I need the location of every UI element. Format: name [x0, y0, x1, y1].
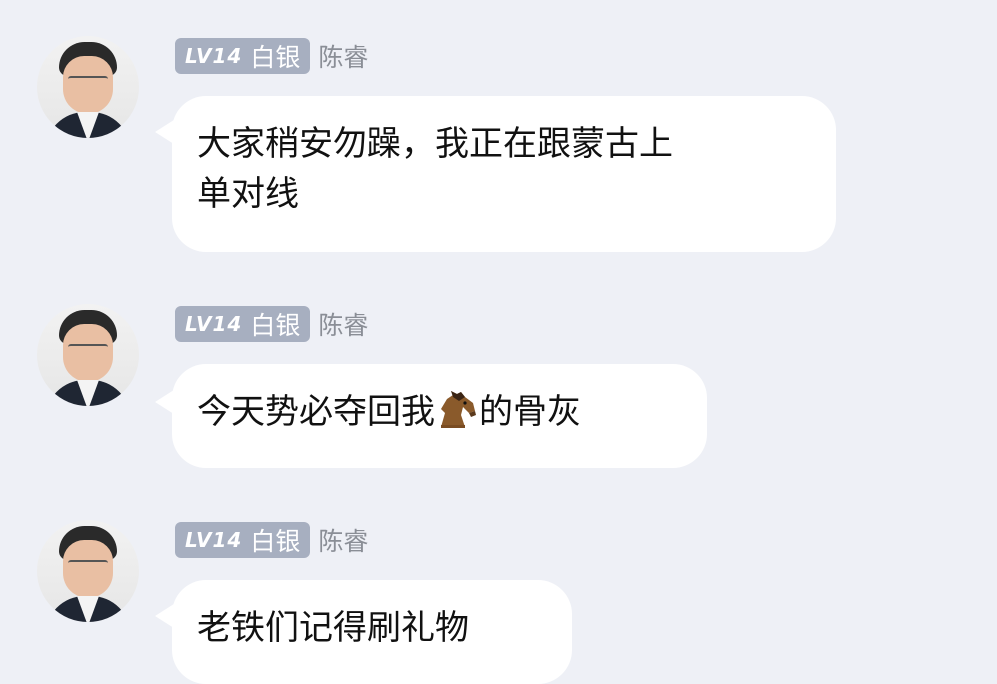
sender-meta: LV14 白银 陈睿: [175, 522, 368, 558]
level-label: LV14: [185, 528, 243, 552]
avatar[interactable]: [37, 36, 139, 138]
level-badge: LV14 白银: [175, 306, 311, 342]
sender-name[interactable]: 陈睿: [318, 306, 368, 342]
avatar[interactable]: [37, 304, 139, 406]
message-text: 今天势必夺回我: [197, 392, 435, 432]
message-bubble[interactable]: 老铁们记得刷礼物: [172, 580, 572, 684]
message-bubble[interactable]: 大家稍安勿躁，我正在跟蒙古上 单对线: [172, 96, 836, 252]
level-badge: LV14 白银: [175, 522, 311, 558]
message-bubble[interactable]: 今天势必夺回我 的骨灰: [172, 364, 707, 468]
level-badge: LV14 白银: [175, 38, 311, 74]
rank-label: 白银: [250, 311, 301, 340]
message-text: 老铁们记得刷礼物: [197, 608, 469, 648]
level-label: LV14: [185, 312, 243, 336]
message-text-line: 单对线: [197, 174, 299, 214]
avatar[interactable]: [37, 520, 139, 622]
horse-icon: [441, 391, 476, 428]
sender-name[interactable]: 陈睿: [318, 38, 368, 74]
rank-label: 白银: [250, 527, 301, 556]
sender-meta: LV14 白银 陈睿: [175, 38, 368, 74]
level-label: LV14: [185, 44, 243, 68]
message-text: 的骨灰: [479, 392, 581, 432]
sender-name[interactable]: 陈睿: [318, 522, 368, 558]
rank-label: 白银: [250, 43, 301, 72]
sender-meta: LV14 白银 陈睿: [175, 306, 368, 342]
message-text-line: 大家稍安勿躁，我正在跟蒙古上: [197, 124, 673, 164]
